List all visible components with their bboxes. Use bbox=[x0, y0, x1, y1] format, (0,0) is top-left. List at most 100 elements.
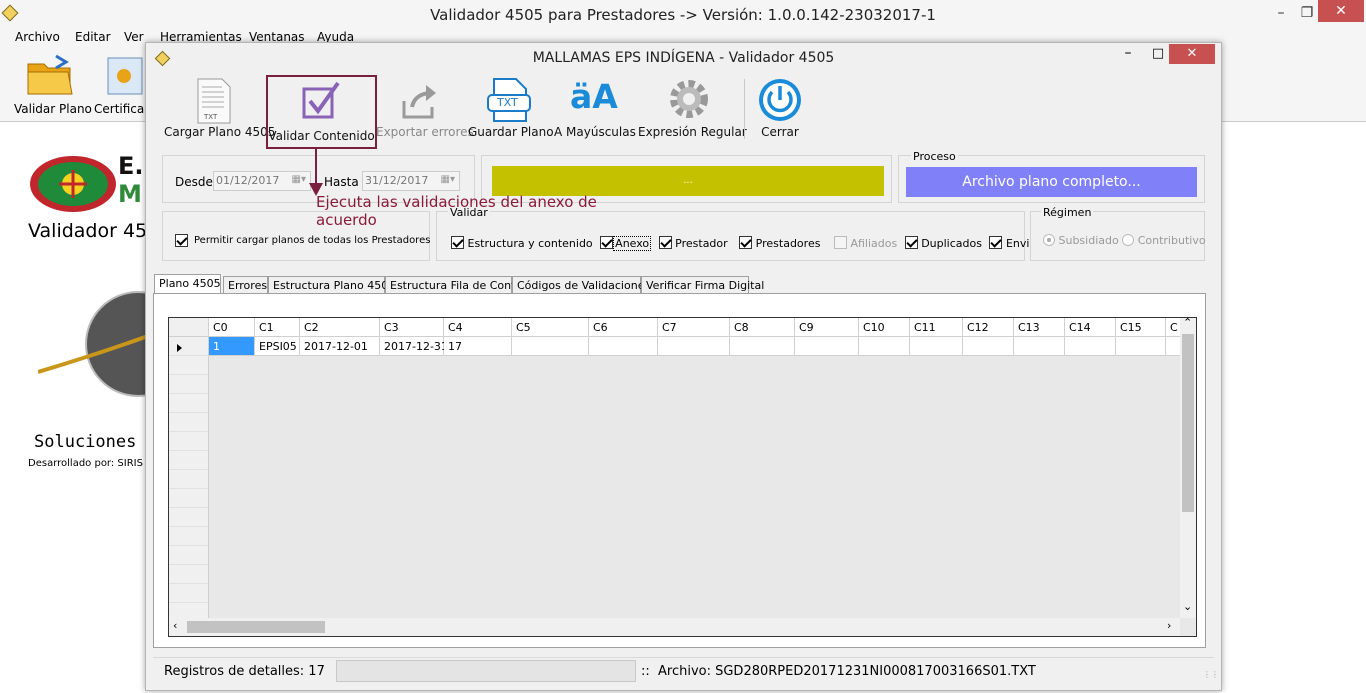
row-header[interactable] bbox=[169, 413, 209, 432]
column-header-c9[interactable]: C9 bbox=[795, 318, 859, 337]
column-header-c13[interactable]: C13 bbox=[1014, 318, 1065, 337]
mayusculas-button[interactable]: äA A Mayúsculas bbox=[554, 75, 636, 145]
resize-grip-icon[interactable]: ⋮⋮ bbox=[1203, 670, 1219, 679]
cerrar-button[interactable]: Cerrar bbox=[750, 75, 810, 145]
outer-close-button[interactable]: ✕ bbox=[1318, 0, 1364, 22]
row-header[interactable] bbox=[169, 394, 209, 413]
row-header[interactable] bbox=[169, 432, 209, 451]
column-header-c8[interactable]: C8 bbox=[730, 318, 795, 337]
grid-cell[interactable]: 2017-12-31 bbox=[380, 337, 448, 356]
grid-cell[interactable] bbox=[658, 337, 730, 356]
grid-cell[interactable] bbox=[512, 337, 589, 356]
scroll-right-icon[interactable]: › bbox=[1167, 619, 1171, 632]
row-header[interactable] bbox=[169, 546, 209, 565]
column-header-c0[interactable]: C0 bbox=[209, 318, 255, 337]
outer-window-title: Validador 4505 para Prestadores -> Versi… bbox=[430, 6, 936, 24]
tab-plano-4505[interactable]: Plano 4505 bbox=[154, 274, 221, 295]
column-header-c15[interactable]: C15 bbox=[1116, 318, 1166, 337]
validar-contenido-button[interactable]: Validar Contenido bbox=[266, 75, 377, 149]
inner-minimize-button[interactable]: – bbox=[1118, 45, 1138, 61]
cargar-plano-button[interactable]: TXT Cargar Plano 4505 bbox=[164, 75, 275, 145]
column-header-c10[interactable]: C10 bbox=[859, 318, 910, 337]
proceso-label: Proceso bbox=[911, 150, 958, 163]
hasta-date-picker[interactable]: 31/12/2017 ▦▾ bbox=[362, 171, 460, 191]
prestador-checkbox[interactable]: Prestador bbox=[658, 236, 728, 250]
row-header[interactable] bbox=[169, 508, 209, 527]
prestadores-checkbox[interactable]: Prestadores bbox=[739, 236, 820, 250]
tab-estructura-plano[interactable]: Estructura Plano 4505 bbox=[268, 276, 395, 294]
progress-text: ... bbox=[683, 175, 693, 186]
expresion-regular-button[interactable]: Expresión Regular bbox=[638, 75, 747, 145]
scroll-left-icon[interactable]: ‹ bbox=[173, 619, 177, 632]
guardar-plano-label: Guardar Plano bbox=[468, 125, 554, 139]
row-header[interactable] bbox=[169, 451, 209, 470]
outer-minimize-button[interactable]: – bbox=[1268, 0, 1294, 26]
grid-cell[interactable]: 2017-12-01 bbox=[300, 337, 380, 356]
grid-cell[interactable] bbox=[795, 337, 859, 356]
column-header-c1[interactable]: C1 bbox=[255, 318, 300, 337]
grid-cell[interactable] bbox=[1014, 337, 1065, 356]
column-header-c11[interactable]: C11 bbox=[910, 318, 963, 337]
grid-cell[interactable] bbox=[910, 337, 963, 356]
grid-cell[interactable] bbox=[1065, 337, 1116, 356]
exportar-errores-button[interactable]: Exportar errores bbox=[376, 75, 474, 145]
inner-maximize-button[interactable]: □ bbox=[1148, 46, 1168, 61]
column-header-c14[interactable]: C14 bbox=[1065, 318, 1116, 337]
permitir-checkbox[interactable] bbox=[175, 234, 188, 248]
grid-cell[interactable] bbox=[963, 337, 1014, 356]
cerrar-label: Cerrar bbox=[761, 125, 799, 139]
horizontal-scrollbar[interactable]: ‹ › bbox=[169, 618, 1180, 636]
column-header-c6[interactable]: C6 bbox=[589, 318, 658, 337]
estructura-contenido-checkbox[interactable]: Estructura y contenido bbox=[451, 236, 593, 250]
validar-plano-button[interactable]: Validar Plano bbox=[8, 52, 92, 118]
row-header[interactable] bbox=[169, 527, 209, 546]
vertical-scroll-thumb[interactable] bbox=[1182, 334, 1194, 512]
grid-cell[interactable]: EPSI05 bbox=[255, 337, 300, 356]
contributivo-radio[interactable]: Contributivo bbox=[1122, 234, 1206, 247]
row-header[interactable] bbox=[169, 489, 209, 508]
menu-archivo[interactable]: Archivo bbox=[15, 30, 60, 44]
column-header-c7[interactable]: C7 bbox=[658, 318, 730, 337]
desde-date-picker[interactable]: 01/12/2017 ▦▾ bbox=[213, 171, 311, 191]
row-header[interactable] bbox=[169, 584, 209, 603]
tab-codigos-validaciones[interactable]: Códigos de Validaciones bbox=[512, 276, 650, 294]
menu-editar[interactable]: Editar bbox=[75, 30, 111, 44]
tab-verificar-firma[interactable]: Verificar Firma Digital bbox=[641, 276, 764, 294]
calendar-icon: ▦▾ bbox=[440, 174, 455, 185]
column-header-c12[interactable]: C12 bbox=[963, 318, 1014, 337]
column-header-c5[interactable]: C5 bbox=[512, 318, 589, 337]
anexo-checkbox[interactable]: Anexo bbox=[600, 236, 652, 251]
certificado-button[interactable]: Certificad bbox=[92, 52, 152, 118]
inner-close-button[interactable]: ✕ bbox=[1169, 44, 1215, 64]
grid-cell[interactable]: 17 bbox=[444, 337, 512, 356]
grid-cell[interactable] bbox=[859, 337, 910, 356]
column-header-c2[interactable]: C2 bbox=[300, 318, 380, 337]
grid-cell[interactable] bbox=[730, 337, 795, 356]
row-header[interactable] bbox=[169, 337, 209, 356]
tab-errores[interactable]: Errores bbox=[223, 276, 268, 294]
vertical-scrollbar[interactable]: ⌃ ⌄ bbox=[1180, 318, 1196, 618]
desarrollado-text: Desarrollado por: SIRIS S bbox=[28, 458, 153, 469]
tab-estructura-fila-control[interactable]: Estructura Fila de Control bbox=[385, 276, 529, 294]
duplicados-checkbox[interactable]: Duplicados bbox=[904, 236, 982, 250]
row-header[interactable] bbox=[169, 470, 209, 489]
scroll-down-icon[interactable]: ⌄ bbox=[1183, 600, 1192, 613]
guardar-plano-button[interactable]: TXT Guardar Plano bbox=[468, 75, 554, 145]
subsidiado-radio[interactable]: Subsidiado bbox=[1043, 234, 1119, 247]
row-header[interactable] bbox=[169, 356, 209, 375]
column-header-c3[interactable]: C3 bbox=[380, 318, 444, 337]
grid-cell[interactable]: 1 bbox=[209, 337, 255, 356]
archivo-plano-completo-button[interactable]: Archivo plano completo... bbox=[906, 167, 1197, 197]
row-header[interactable] bbox=[169, 375, 209, 394]
afiliados-checkbox[interactable]: Afiliados bbox=[833, 236, 898, 250]
afiliados-label: Afiliados bbox=[850, 237, 898, 250]
menu-ver[interactable]: Ver bbox=[124, 30, 144, 44]
column-header-c4[interactable]: C4 bbox=[444, 318, 512, 337]
scroll-up-icon[interactable]: ⌃ bbox=[1183, 318, 1192, 329]
outer-restore-button[interactable]: ❐ bbox=[1294, 0, 1320, 26]
horizontal-scroll-thumb[interactable] bbox=[187, 621, 325, 633]
grid-cell[interactable] bbox=[1116, 337, 1166, 356]
row-header[interactable] bbox=[169, 565, 209, 584]
grid-cell[interactable] bbox=[589, 337, 658, 356]
calendar-icon: ▦▾ bbox=[291, 174, 306, 185]
